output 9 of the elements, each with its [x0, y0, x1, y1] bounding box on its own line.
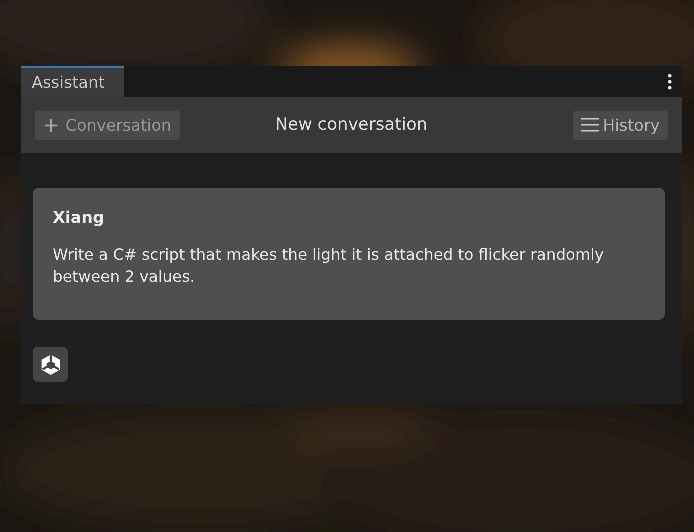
message-author: Xiang — [53, 208, 106, 227]
menu-icon — [581, 118, 600, 132]
panel-tab[interactable]: Assistant — [21, 66, 124, 97]
history-button[interactable]: History — [573, 110, 668, 140]
cube-icon — [33, 347, 68, 382]
conversation-title: New conversation — [274, 115, 429, 135]
more-icon[interactable] — [668, 74, 672, 90]
message-text: Write a C# script that makes the light it is attached to flicker randomly between 2 values. — [53, 245, 606, 288]
new-conversation-button[interactable]: + Conversation — [35, 110, 180, 140]
